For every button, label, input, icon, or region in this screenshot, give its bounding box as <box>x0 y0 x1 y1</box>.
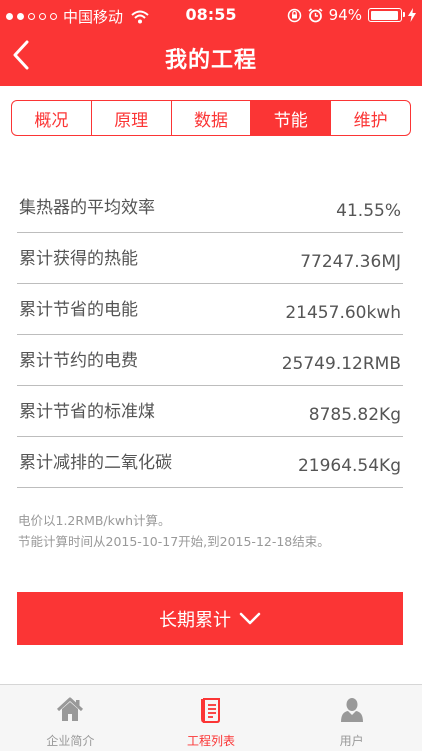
chevron-down-icon <box>239 612 261 624</box>
tabbar-item-user[interactable]: 用户 <box>281 685 422 751</box>
list-item: 集热器的平均效率 41.55% <box>17 182 403 233</box>
metric-value: 21457.60kwh <box>285 303 401 323</box>
tabbar-label: 企业简介 <box>46 734 95 748</box>
tab-principle[interactable]: 原理 <box>92 101 172 135</box>
period-dropdown-button[interactable]: 长期累计 <box>17 592 403 645</box>
rotation-lock-icon <box>287 8 301 22</box>
tabbar-item-projects[interactable]: 工程列表 <box>141 685 282 751</box>
metric-value: 21964.54Kg <box>297 456 401 476</box>
tab-data[interactable]: 数据 <box>172 101 252 135</box>
status-right: 94% <box>287 6 416 24</box>
list-item: 累计节省的标准煤 8785.82Kg <box>17 386 403 437</box>
list-item: 累计减排的二氧化碳 21964.54Kg <box>17 437 403 488</box>
alarm-icon <box>308 7 323 22</box>
tab-energy-saving[interactable]: 节能 <box>251 101 332 135</box>
tabbar-item-company[interactable]: 企业简介 <box>0 685 141 751</box>
metric-value: 8785.82Kg <box>308 405 401 425</box>
tab-maintenance[interactable]: 维护 <box>331 101 410 135</box>
header: 中国移动 08:55 94% 我的工程 <box>0 0 422 86</box>
metric-value: 41.55% <box>336 201 401 221</box>
charging-icon <box>408 8 416 22</box>
user-icon <box>340 697 364 726</box>
period-button-label: 长期累计 <box>159 609 231 631</box>
battery-percent: 94% <box>328 6 362 24</box>
metric-value: 77247.36MJ <box>300 252 401 272</box>
note-period: 节能计算时间从2015-10-17开始,到2015-12-18结束。 <box>18 534 330 549</box>
note-price: 电价以1.2RMB/kwh计算。 <box>18 513 171 528</box>
metric-label: 集热器的平均效率 <box>19 198 155 218</box>
page-title: 我的工程 <box>164 48 257 73</box>
battery-icon <box>368 8 405 22</box>
tabbar-label: 用户 <box>339 734 364 748</box>
list-item: 累计获得的热能 77247.36MJ <box>17 233 403 284</box>
segmented-tabs: 概况 原理 数据 节能 维护 <box>11 100 411 136</box>
metric-label: 累计节约的电费 <box>19 351 138 371</box>
home-icon <box>55 697 85 726</box>
list-icon <box>200 697 222 726</box>
metrics-list: 集热器的平均效率 41.55% 累计获得的热能 77247.36MJ 累计节省的… <box>17 182 403 488</box>
tab-bar: 企业简介 工程列表 用户 <box>0 684 422 751</box>
tabbar-label: 工程列表 <box>187 734 236 748</box>
metric-value: 25749.12RMB <box>281 354 401 374</box>
metric-label: 累计获得的热能 <box>19 249 138 269</box>
list-item: 累计节省的电能 21457.60kwh <box>17 284 403 335</box>
metric-label: 累计节省的电能 <box>19 300 138 320</box>
metric-label: 累计节省的标准煤 <box>19 402 155 422</box>
status-bar: 中国移动 08:55 94% <box>0 0 422 30</box>
calculation-notes: 电价以1.2RMB/kwh计算。 节能计算时间从2015-10-17开始,到20… <box>18 510 330 552</box>
list-item: 累计节约的电费 25749.12RMB <box>17 335 403 386</box>
battery-fill <box>370 10 398 20</box>
tab-overview[interactable]: 概况 <box>12 101 92 135</box>
metric-label: 累计减排的二氧化碳 <box>19 453 172 473</box>
